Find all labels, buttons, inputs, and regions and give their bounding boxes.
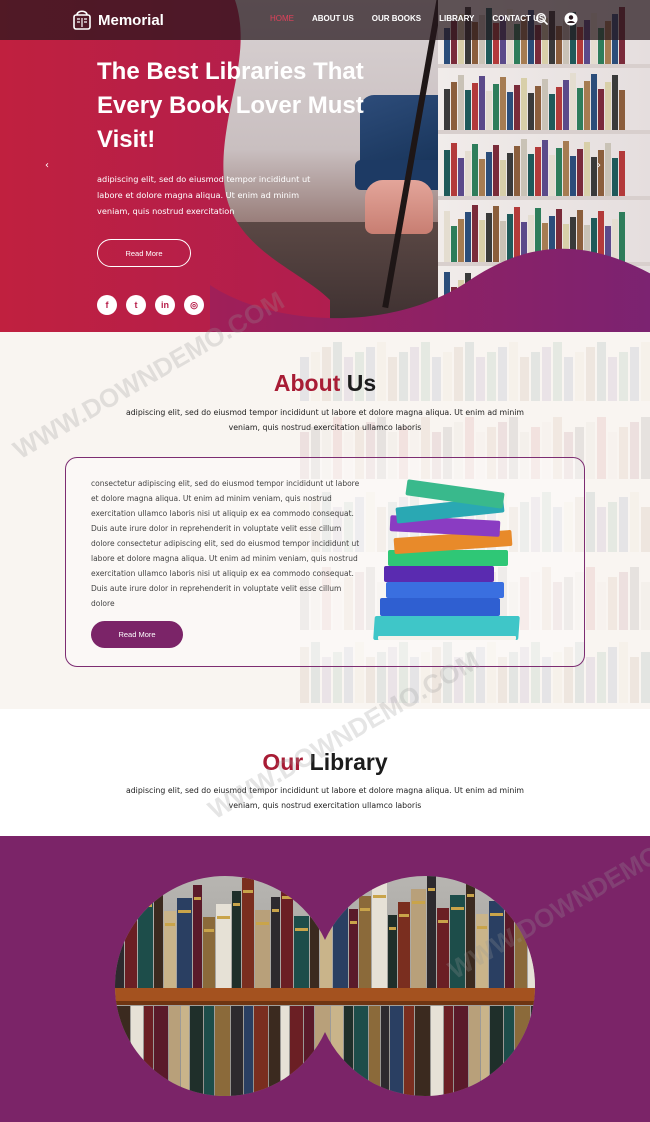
hero-section: The Best Libraries That Every Book Lover… xyxy=(0,0,650,332)
instagram-icon[interactable]: ◎ xyxy=(184,295,204,315)
book-logo-icon xyxy=(73,10,91,30)
user-icon[interactable] xyxy=(564,12,578,26)
nav-item-about-us[interactable]: ABOUT US xyxy=(312,14,354,23)
hero-next-arrow-icon[interactable]: › xyxy=(597,160,601,171)
linkedin-icon[interactable]: in xyxy=(155,295,175,315)
hero-description: adipiscing elit, sed do eiusmod tempor i… xyxy=(97,174,311,216)
facebook-icon[interactable]: f xyxy=(97,295,117,315)
twitter-icon[interactable]: t xyxy=(126,295,146,315)
about-subtitle: adipiscing elit, sed do eiusmod tempor i… xyxy=(125,408,525,432)
brand-name: Memorial xyxy=(98,11,164,29)
about-section: About Us adipiscing elit, sed do eiusmod… xyxy=(0,332,650,709)
social-links: f t in ◎ xyxy=(97,295,204,315)
about-card-text: consectetur adipiscing elit, sed do eius… xyxy=(91,479,360,608)
library-header: Our Library adipiscing elit, sed do eius… xyxy=(0,709,650,836)
library-title-accent: Our xyxy=(262,749,304,775)
nav-menu: HOME ABOUT US OUR BOOKS LIBRARY CONTACT … xyxy=(270,14,544,23)
about-title-accent: About xyxy=(273,370,341,396)
top-navbar: Memorial HOME ABOUT US OUR BOOKS LIBRARY… xyxy=(0,0,650,40)
library-title-rest: Library xyxy=(309,749,388,775)
search-icon[interactable] xyxy=(535,12,549,26)
nav-item-our-books[interactable]: OUR BOOKS xyxy=(372,14,421,23)
about-title-rest: Us xyxy=(346,370,377,396)
library-gallery xyxy=(0,836,650,1122)
library-bookshelf-image xyxy=(115,876,535,1096)
nav-item-home[interactable]: HOME xyxy=(270,14,294,23)
about-read-more-button[interactable]: Read More xyxy=(91,621,183,648)
hero-read-more-button[interactable]: Read More xyxy=(97,239,191,267)
brand-logo[interactable]: Memorial xyxy=(72,9,164,31)
library-title: Our Library xyxy=(0,749,650,776)
hero-wave-shape xyxy=(210,248,650,332)
hero-title: The Best Libraries That Every Book Lover… xyxy=(97,58,364,153)
hero-prev-arrow-icon[interactable]: ‹ xyxy=(45,160,49,171)
book-stack-image xyxy=(366,476,526,646)
about-title: About Us xyxy=(0,370,650,397)
about-card: consectetur adipiscing elit, sed do eius… xyxy=(65,457,585,667)
library-subtitle: adipiscing elit, sed do eiusmod tempor i… xyxy=(125,786,525,810)
nav-item-library[interactable]: LIBRARY xyxy=(439,14,474,23)
